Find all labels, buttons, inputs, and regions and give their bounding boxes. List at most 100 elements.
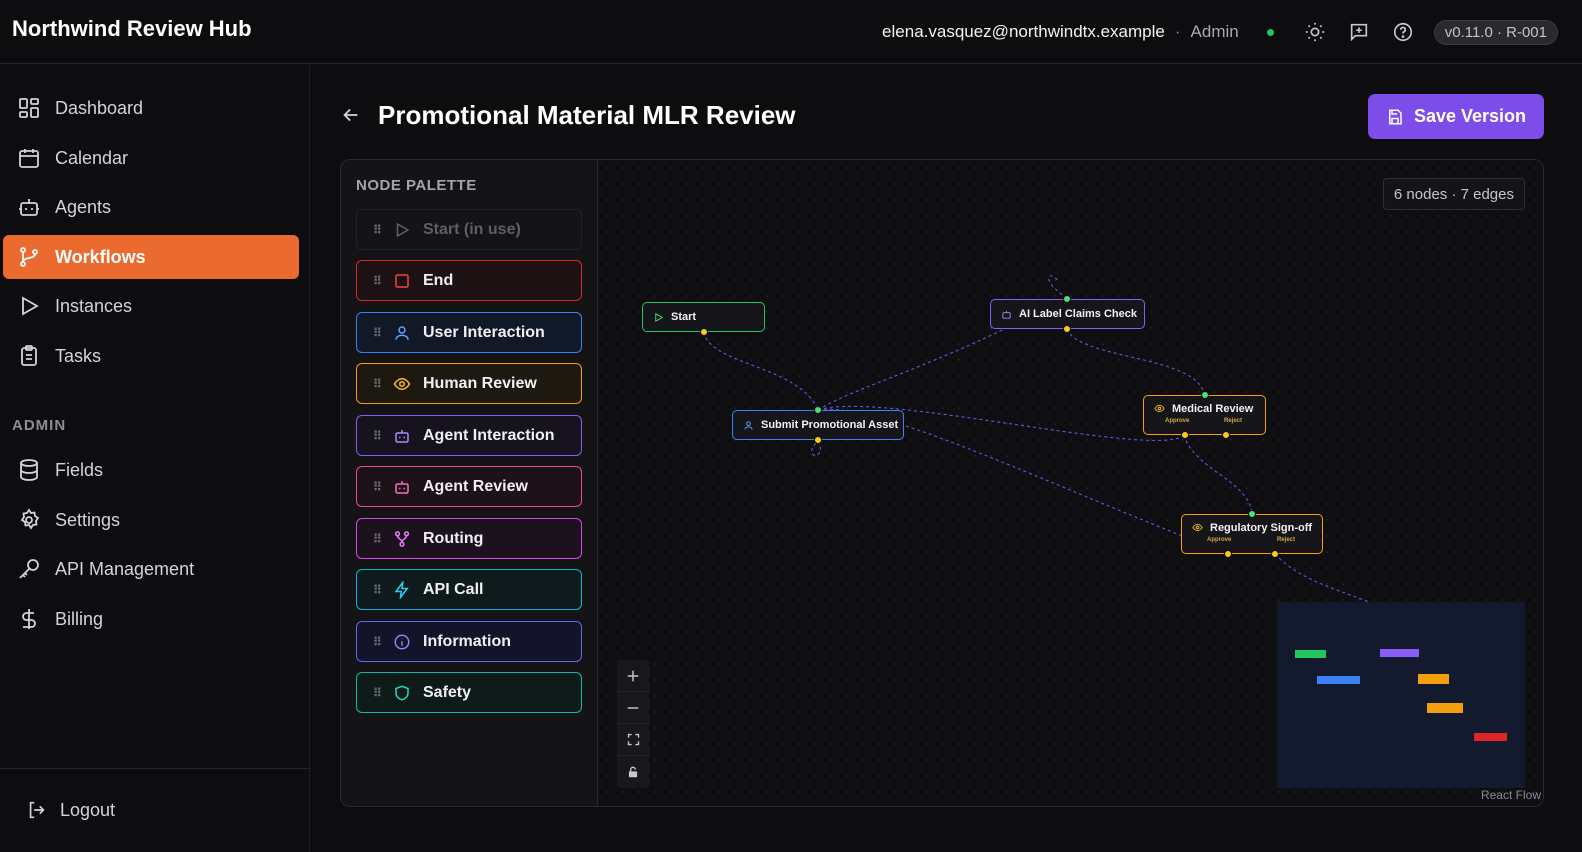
flow-node-start[interactable]: Start [642,302,765,336]
edge-ai-medical[interactable] [1066,328,1205,396]
drag-handle-icon: ⠿ [373,325,382,340]
flow-node-ai-label-claims-check[interactable]: AI Label Claims Check [990,295,1145,333]
approve-handle[interactable] [1181,431,1189,439]
sidebar-item-label: Calendar [55,147,129,168]
palette-item-user-interaction[interactable]: ⠿ User Interaction [356,312,582,353]
play-icon [655,312,664,322]
app-title: Northwind Review Hub [12,16,252,41]
lightning-icon [394,580,409,599]
drag-handle-icon: ⠿ [373,222,382,237]
drag-handle-icon: ⠿ [373,428,382,443]
reject-handle[interactable] [1271,550,1279,558]
status-dot [1266,28,1274,36]
target-handle[interactable] [1248,510,1256,518]
target-handle[interactable] [1063,295,1071,303]
minimap-node-end [1474,733,1507,741]
theme-toggle-icon[interactable] [1302,19,1328,45]
user-role: Admin [1190,22,1239,41]
save-version-label: Save Version [1413,106,1527,126]
approve-handle[interactable] [1224,550,1232,558]
edge-regulatory-end[interactable] [1274,553,1370,603]
admin-section-label: ADMIN [12,417,67,434]
sidebar-item-workflows[interactable]: Workflows [3,235,299,279]
sidebar-item-fields[interactable]: Fields [3,448,299,492]
sidebar-item-tasks[interactable]: Tasks [3,334,299,378]
sidebar-item-billing[interactable]: Billing [3,597,299,641]
react-flow-attribution[interactable]: React Flow [1481,788,1541,802]
sidebar-item-settings[interactable]: Settings [3,498,299,542]
source-handle[interactable] [814,436,822,444]
minimap[interactable] [1277,602,1525,788]
sidebar-item-label: API Management [55,558,195,579]
logout-label: Logout [60,799,116,820]
approve-label: Approve [1165,418,1190,424]
dollar-icon [22,609,36,629]
top-bar: Northwind Review Hub elena.vasquez@north… [0,0,1582,64]
palette-item-agent-interaction[interactable]: ⠿ Agent Interaction [356,415,582,456]
drag-handle-icon: ⠿ [373,582,382,597]
workflow-editor: NODE PALETTE ⠿ Start (in use) ⠿ End ⠿ Us… [340,159,1544,807]
palette-item-information[interactable]: ⠿ Information [356,621,582,662]
lock-button[interactable] [617,756,649,788]
bot-icon [395,429,409,443]
sidebar-item-dashboard[interactable]: Dashboard [3,86,299,130]
eye-icon [1154,404,1165,413]
zoom-out-button[interactable] [617,692,649,724]
drag-handle-icon: ⠿ [373,531,382,546]
save-icon [1388,109,1402,124]
feedback-icon[interactable] [1346,19,1372,45]
sidebar-item-agents[interactable]: Agents [3,185,299,229]
bot-icon [395,480,409,494]
edge-start-submit[interactable] [703,331,819,411]
flow-node-submit-promotional-asset[interactable]: Submit Promotional Asset [732,406,904,444]
zoom-in-button[interactable] [617,660,649,692]
palette-item-label: Safety [423,683,472,701]
flow-node-label: AI Label Claims Check [1019,308,1137,320]
source-handle[interactable] [700,328,708,336]
drag-handle-icon: ⠿ [373,376,382,391]
palette-item-label: Start (in use) [423,220,521,238]
calendar-icon [19,149,39,168]
minimap-node-start [1295,650,1326,658]
source-handle[interactable] [1063,325,1071,333]
palette-item-safety[interactable]: ⠿ Safety [356,672,582,713]
sidebar-item-instances[interactable]: Instances [3,284,299,328]
palette-item-routing[interactable]: ⠿ Routing [356,518,582,559]
palette-item-label: User Interaction [423,323,545,341]
flow-node-regulatory-sign-off[interactable]: Regulatory Sign-off Approve Reject [1181,510,1323,558]
approve-label: Approve [1207,537,1232,543]
logout-button[interactable]: Logout [26,799,115,821]
sidebar-item-label: Fields [55,459,104,480]
routing-icon [394,530,410,547]
sidebar-item-api-management[interactable]: API Management [3,547,299,591]
drag-handle-icon: ⠿ [373,479,382,494]
palette-item-human-review[interactable]: ⠿ Human Review [356,363,582,404]
flow-node-medical-review[interactable]: Medical Review Approve Reject [1143,391,1266,439]
eye-icon [1192,523,1203,532]
flow-node-label: Regulatory Sign-off [1210,522,1313,534]
flow-node-label: Submit Promotional Asset [761,419,899,431]
help-icon[interactable] [1390,19,1416,45]
save-version-button[interactable]: Save Version [1368,94,1544,139]
minimap-node-medical [1418,674,1449,684]
back-arrow-icon[interactable] [340,104,364,128]
user-icon [744,420,753,430]
palette-item-label: Human Review [423,374,537,392]
sidebar-item-calendar[interactable]: Calendar [3,136,299,180]
fit-view-button[interactable] [617,724,649,756]
reject-label: Reject [1224,418,1243,424]
edge-medical-regulatory[interactable] [1183,434,1253,515]
target-handle[interactable] [814,406,822,414]
palette-item-api-call[interactable]: ⠿ API Call [356,569,582,610]
flow-canvas[interactable]: 6 nodes · 7 edges Start AI Label Claims … [599,160,1543,806]
user-email: elena.vasquez@northwindtx.example [882,22,1165,41]
palette-item-end[interactable]: ⠿ End [356,260,582,301]
palette-item-agent-review[interactable]: ⠿ Agent Review [356,466,582,507]
sidebar-item-label: Settings [55,509,121,530]
reject-handle[interactable] [1222,431,1230,439]
target-handle[interactable] [1201,391,1209,399]
page-header: Promotional Material MLR Review Save Ver… [340,94,1544,140]
plus-icon [627,670,639,681]
drag-handle-icon: ⠿ [373,634,382,649]
play-icon [22,296,39,316]
